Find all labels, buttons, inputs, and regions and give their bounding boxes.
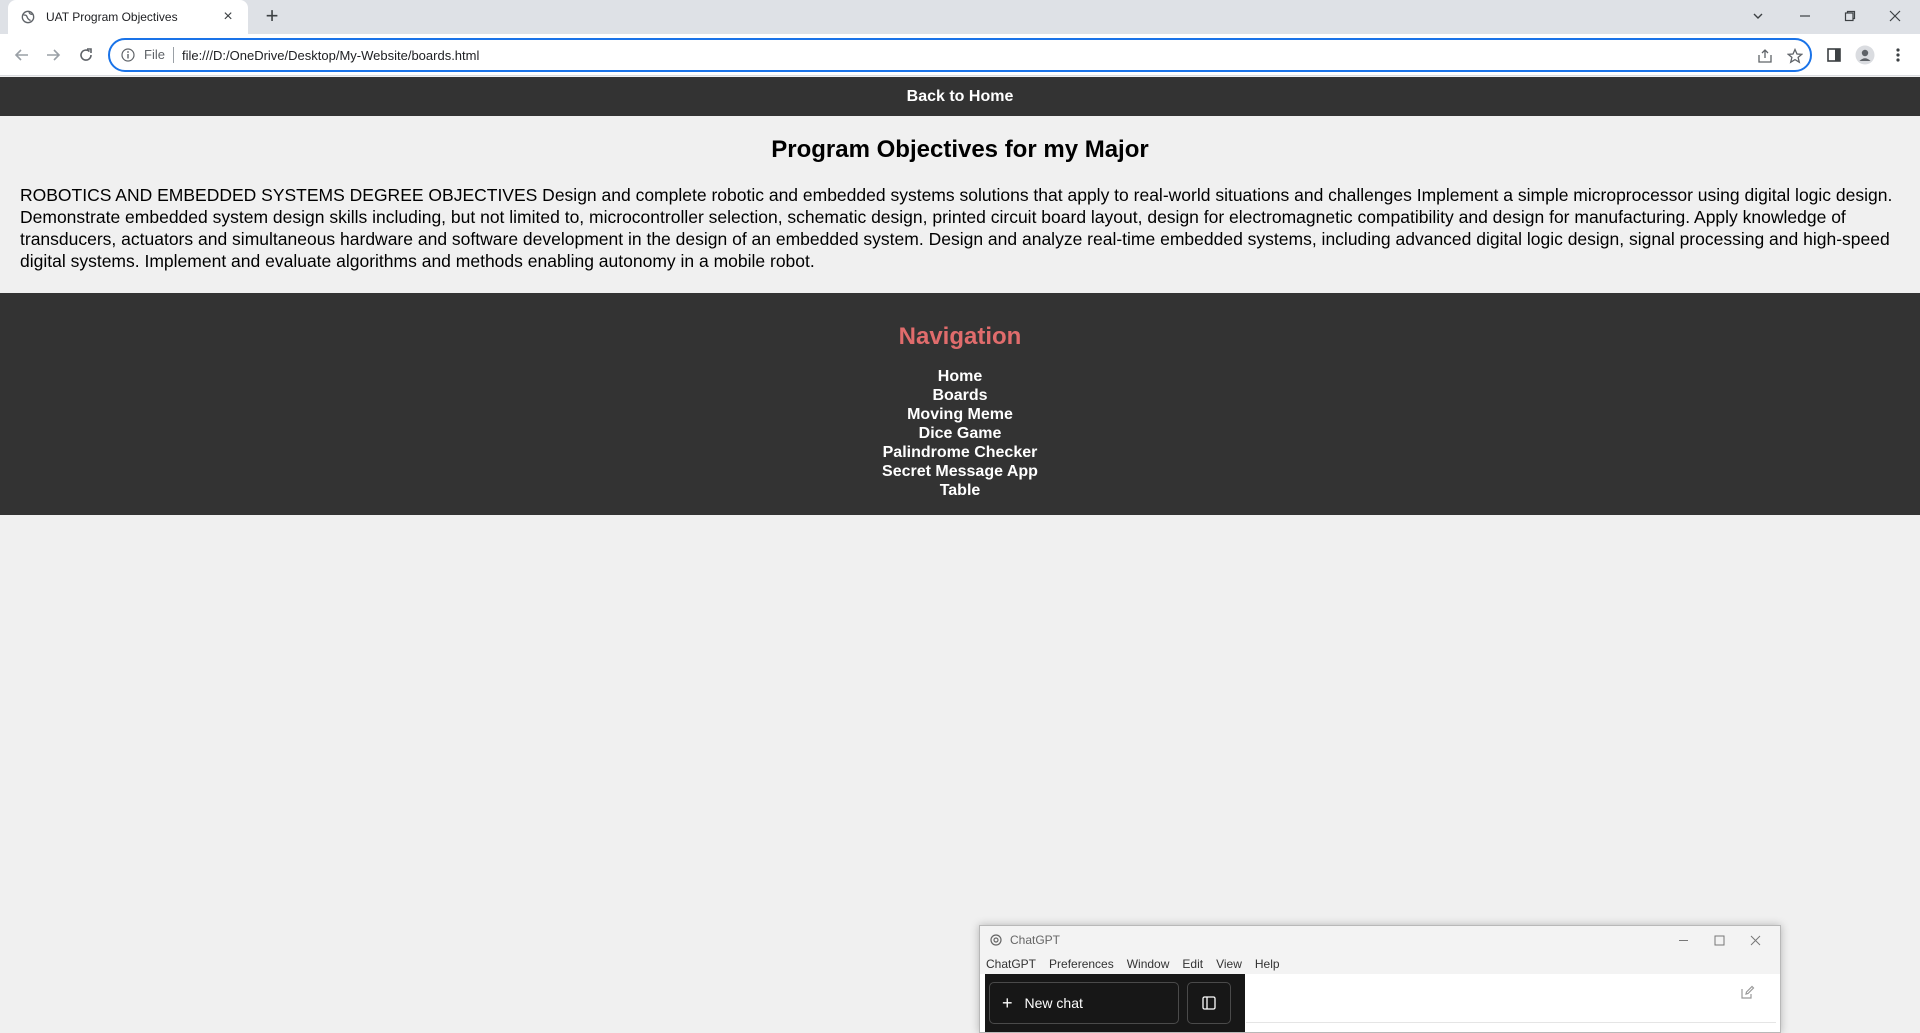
- back-arrow-icon[interactable]: [10, 43, 34, 67]
- web-page: Back to Home Program Objectives for my M…: [0, 77, 1920, 1033]
- footer-nav-item: Secret Message App: [0, 462, 1920, 481]
- footer-nav-list: Home Boards Moving Meme Dice Game Palind…: [0, 367, 1920, 500]
- browser-toolbar: File file:///D:/OneDrive/Desktop/My-Webs…: [0, 34, 1920, 76]
- tab-title: UAT Program Objectives: [46, 10, 178, 24]
- tab-search-chevron-icon[interactable]: [1738, 4, 1778, 28]
- minimize-icon[interactable]: [1785, 4, 1825, 28]
- nav-link-moving-meme[interactable]: Moving Meme: [907, 406, 1013, 423]
- menu-preferences[interactable]: Preferences: [1049, 957, 1114, 971]
- sidebar-toggle-icon: [1202, 996, 1216, 1010]
- nav-link-secret-message-app[interactable]: Secret Message App: [882, 463, 1038, 480]
- nav-link-palindrome-checker[interactable]: Palindrome Checker: [883, 444, 1038, 461]
- back-to-home-link[interactable]: Back to Home: [907, 88, 1014, 106]
- chatgpt-body: + New chat: [980, 974, 1780, 1032]
- chatgpt-menubar: ChatGPT Preferences Window Edit View Hel…: [980, 954, 1780, 974]
- page-title: Program Objectives for my Major: [771, 136, 1149, 163]
- nav-link-table[interactable]: Table: [940, 482, 981, 499]
- profile-avatar-icon[interactable]: [1853, 43, 1877, 67]
- restore-icon[interactable]: [1830, 4, 1870, 28]
- url-scheme-label: File: [144, 47, 174, 63]
- chatgpt-logo-icon: [990, 934, 1002, 946]
- objectives-paragraph: ROBOTICS AND EMBEDDED SYSTEMS DEGREE OBJ…: [20, 185, 1893, 271]
- footer-heading: Navigation: [898, 323, 1022, 350]
- new-tab-button[interactable]: +: [260, 5, 284, 29]
- nav-link-dice-game[interactable]: Dice Game: [919, 425, 1002, 442]
- more-menu-icon[interactable]: [1886, 43, 1910, 67]
- chatgpt-window-title: ChatGPT: [1010, 933, 1061, 947]
- footer-nav-item: Dice Game: [0, 424, 1920, 443]
- footer-nav-item: Moving Meme: [0, 405, 1920, 424]
- globe-icon: [20, 9, 36, 25]
- footer-nav-item: Boards: [0, 386, 1920, 405]
- chatgpt-close-icon[interactable]: [1737, 928, 1773, 952]
- bookmark-star-icon[interactable]: [1785, 46, 1805, 66]
- menu-view[interactable]: View: [1216, 957, 1242, 971]
- sidebar-toggle-button[interactable]: [1187, 982, 1231, 1024]
- reload-icon[interactable]: [74, 43, 98, 67]
- footer-nav-item: Palindrome Checker: [0, 443, 1920, 462]
- footer-nav-item: Table: [0, 481, 1920, 500]
- share-icon[interactable]: [1755, 46, 1775, 66]
- new-chat-button[interactable]: + New chat: [989, 982, 1179, 1024]
- tab-close-icon[interactable]: ×: [220, 9, 236, 25]
- url-text[interactable]: file:///D:/OneDrive/Desktop/My-Website/b…: [182, 48, 479, 63]
- browser-tabstrip: UAT Program Objectives × +: [0, 0, 1920, 34]
- info-icon[interactable]: [120, 47, 136, 63]
- compose-edit-icon[interactable]: [1737, 982, 1757, 1002]
- browser-tab[interactable]: UAT Program Objectives ×: [8, 0, 248, 34]
- chatgpt-sidebar: + New chat: [985, 974, 1245, 1032]
- menu-chatgpt[interactable]: ChatGPT: [986, 957, 1036, 971]
- menu-window[interactable]: Window: [1127, 957, 1170, 971]
- forward-arrow-icon[interactable]: [41, 43, 65, 67]
- footer-nav-item: Home: [0, 367, 1920, 386]
- chatgpt-maximize-icon[interactable]: [1701, 928, 1737, 952]
- chatgpt-titlebar: ChatGPT: [980, 926, 1780, 954]
- address-bar[interactable]: File file:///D:/OneDrive/Desktop/My-Webs…: [108, 38, 1812, 72]
- close-window-icon[interactable]: [1875, 4, 1915, 28]
- side-panel-icon[interactable]: [1822, 43, 1846, 67]
- new-chat-label: New chat: [1024, 995, 1083, 1011]
- footer-navigation: Navigation Home Boards Moving Meme Dice …: [0, 293, 1920, 515]
- nav-link-boards[interactable]: Boards: [932, 387, 987, 404]
- chatgpt-window: ChatGPT ChatGPT Preferences Window Edit …: [979, 925, 1781, 1033]
- menu-help[interactable]: Help: [1255, 957, 1280, 971]
- top-nav-bar: Back to Home: [0, 77, 1920, 116]
- plus-icon: +: [1002, 992, 1013, 1013]
- menu-edit[interactable]: Edit: [1182, 957, 1203, 971]
- nav-link-home[interactable]: Home: [938, 368, 982, 385]
- chatgpt-divider: [1246, 1022, 1776, 1023]
- chatgpt-minimize-icon[interactable]: [1665, 928, 1701, 952]
